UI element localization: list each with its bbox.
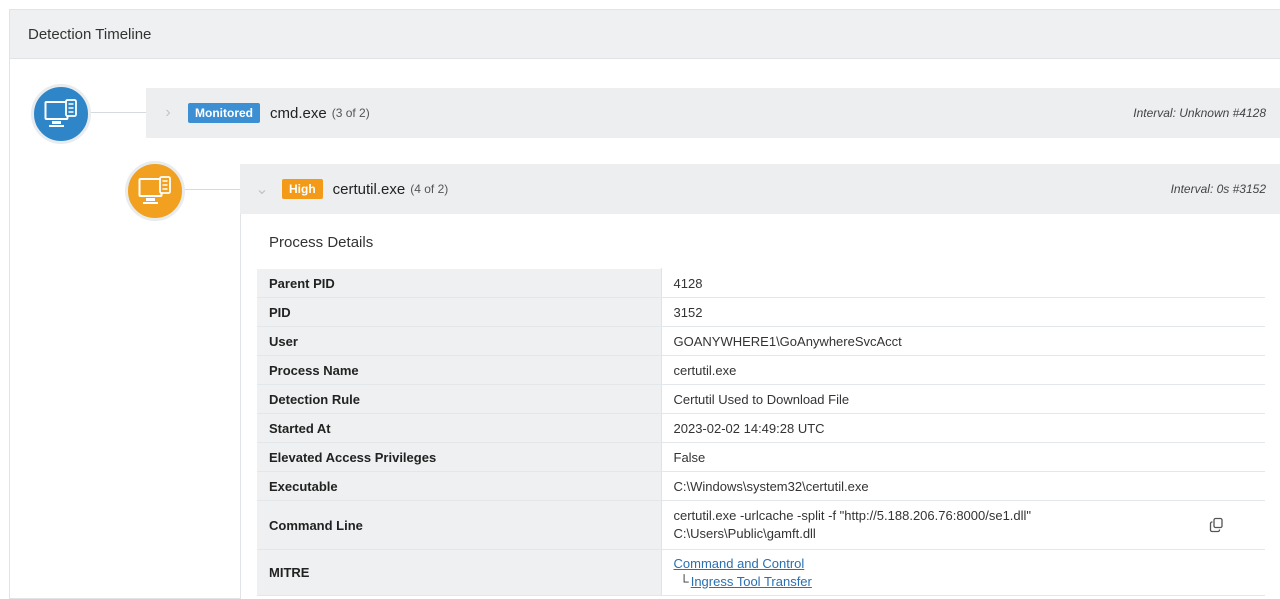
table-row: Command Line certutil.exe -urlcache -spl… — [257, 500, 1265, 550]
row-value: C:\Windows\system32\certutil.exe — [661, 471, 1265, 501]
row-key: Process Name — [257, 355, 662, 385]
row-key: Executable — [257, 471, 662, 501]
event-row-certutil[interactable]: ⌄ High certutil.exe (4 of 2) Interval: 0… — [240, 164, 1280, 214]
table-row: User GOANYWHERE1\GoAnywhereSvcAcct — [257, 326, 1265, 356]
copy-icon[interactable] — [1209, 517, 1225, 533]
row-key: Elevated Access Privileges — [257, 442, 662, 472]
timeline-connector — [90, 112, 146, 113]
row-key: PID — [257, 297, 662, 327]
computer-network-icon — [31, 84, 91, 144]
process-count: (3 of 2) — [331, 106, 370, 120]
row-value: 4128 — [661, 268, 1265, 298]
row-key: User — [257, 326, 662, 356]
table-row: Parent PID 4128 — [257, 268, 1265, 298]
table-row: PID 3152 — [257, 297, 1265, 327]
table-row: Detection Rule Certutil Used to Download… — [257, 384, 1265, 414]
table-row: Executable C:\Windows\system32\certutil.… — [257, 471, 1265, 501]
row-key: Detection Rule — [257, 384, 662, 414]
event-row-cmd[interactable]: › Monitored cmd.exe (3 of 2) Interval: U… — [146, 88, 1280, 138]
interval-label: Interval: 0s #3152 — [1170, 182, 1266, 196]
panel-title: Detection Timeline — [10, 10, 1280, 59]
command-line-cell: certutil.exe -urlcache -split -f "http:/… — [661, 500, 1265, 550]
command-line-value: certutil.exe -urlcache -split -f "http:/… — [673, 508, 1032, 541]
process-count: (4 of 2) — [410, 182, 449, 196]
chevron-down-icon[interactable]: ⌄ — [254, 179, 270, 199]
row-key: Command Line — [257, 500, 662, 550]
process-details-table: Parent PID 4128 PID 3152 User GOANYWHERE… — [257, 268, 1265, 596]
row-key: MITRE — [257, 549, 662, 596]
severity-badge: Monitored — [188, 103, 260, 123]
timeline-connector — [184, 189, 240, 190]
row-value: 2023-02-02 14:49:28 UTC — [661, 413, 1265, 443]
mitre-cell: Command and Control └ Ingress Tool Transf… — [661, 549, 1265, 596]
details-title: Process Details — [269, 234, 374, 251]
process-name: certutil.exe — [332, 180, 406, 198]
row-key: Parent PID — [257, 268, 662, 298]
chevron-right-icon[interactable]: › — [160, 104, 176, 122]
mitre-tactic-link[interactable]: Command and Control — [674, 556, 805, 571]
computer-network-icon — [125, 161, 185, 221]
table-row: Started At 2023-02-02 14:49:28 UTC — [257, 413, 1265, 443]
row-value: Certutil Used to Download File — [661, 384, 1265, 414]
row-value: certutil.exe — [661, 355, 1265, 385]
process-details-section: Process Details Parent PID 4128 PID 3152… — [240, 214, 1280, 599]
interval-label: Interval: Unknown #4128 — [1133, 106, 1266, 120]
mitre-technique-link[interactable]: Ingress Tool Transfer — [691, 574, 812, 589]
process-name: cmd.exe — [270, 104, 327, 122]
tree-branch-icon: └ — [679, 573, 689, 589]
severity-badge: High — [282, 179, 323, 199]
table-row: MITRE Command and Control └ Ingress Tool … — [257, 549, 1265, 596]
row-value: GOANYWHERE1\GoAnywhereSvcAcct — [661, 326, 1265, 356]
row-value: 3152 — [661, 297, 1265, 327]
table-row: Elevated Access Privileges False — [257, 442, 1265, 472]
table-row: Process Name certutil.exe — [257, 355, 1265, 385]
row-value: False — [661, 442, 1265, 472]
row-key: Started At — [257, 413, 662, 443]
